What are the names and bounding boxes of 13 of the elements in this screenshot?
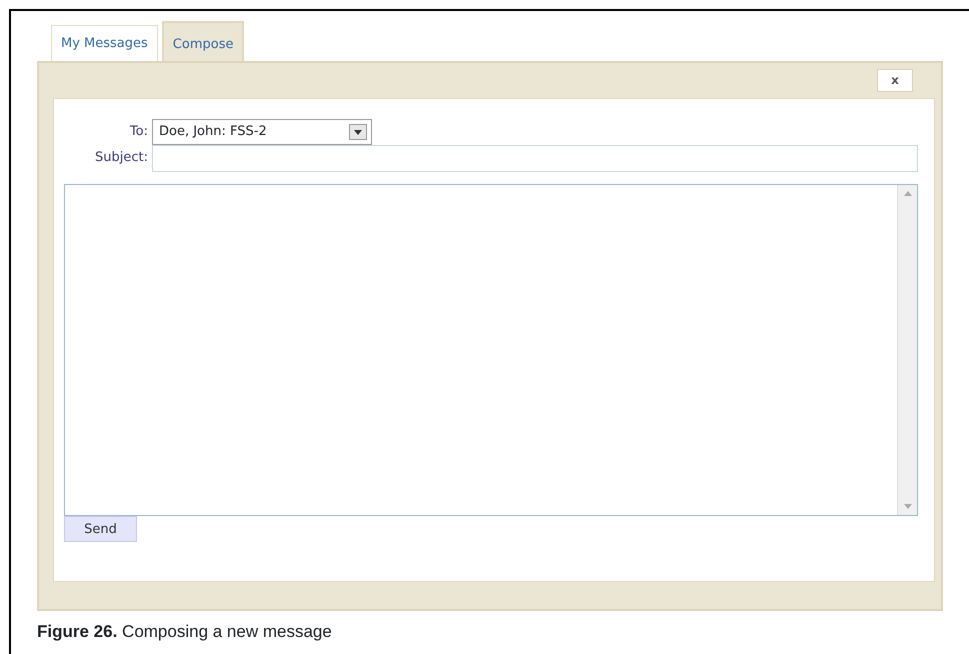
subject-field[interactable]: [152, 144, 918, 172]
tab[interactable]: Compose: [162, 21, 244, 60]
figure-caption: Figure 26. Composing a new message: [37, 620, 333, 643]
message-body-field[interactable]: [64, 184, 918, 516]
scroll-down-icon[interactable]: [904, 504, 912, 508]
scroll-up-icon[interactable]: [904, 190, 912, 196]
send-button[interactable]: Send: [64, 516, 137, 542]
scrollbar[interactable]: [897, 184, 917, 514]
close-button[interactable]: x: [877, 68, 913, 92]
recipient-dropdown[interactable]: Doe, John: FSS-2: [152, 118, 372, 144]
subject-label: Subject:: [94, 149, 149, 168]
to-label: To:: [128, 122, 149, 141]
tab[interactable]: My Messages: [51, 25, 158, 60]
